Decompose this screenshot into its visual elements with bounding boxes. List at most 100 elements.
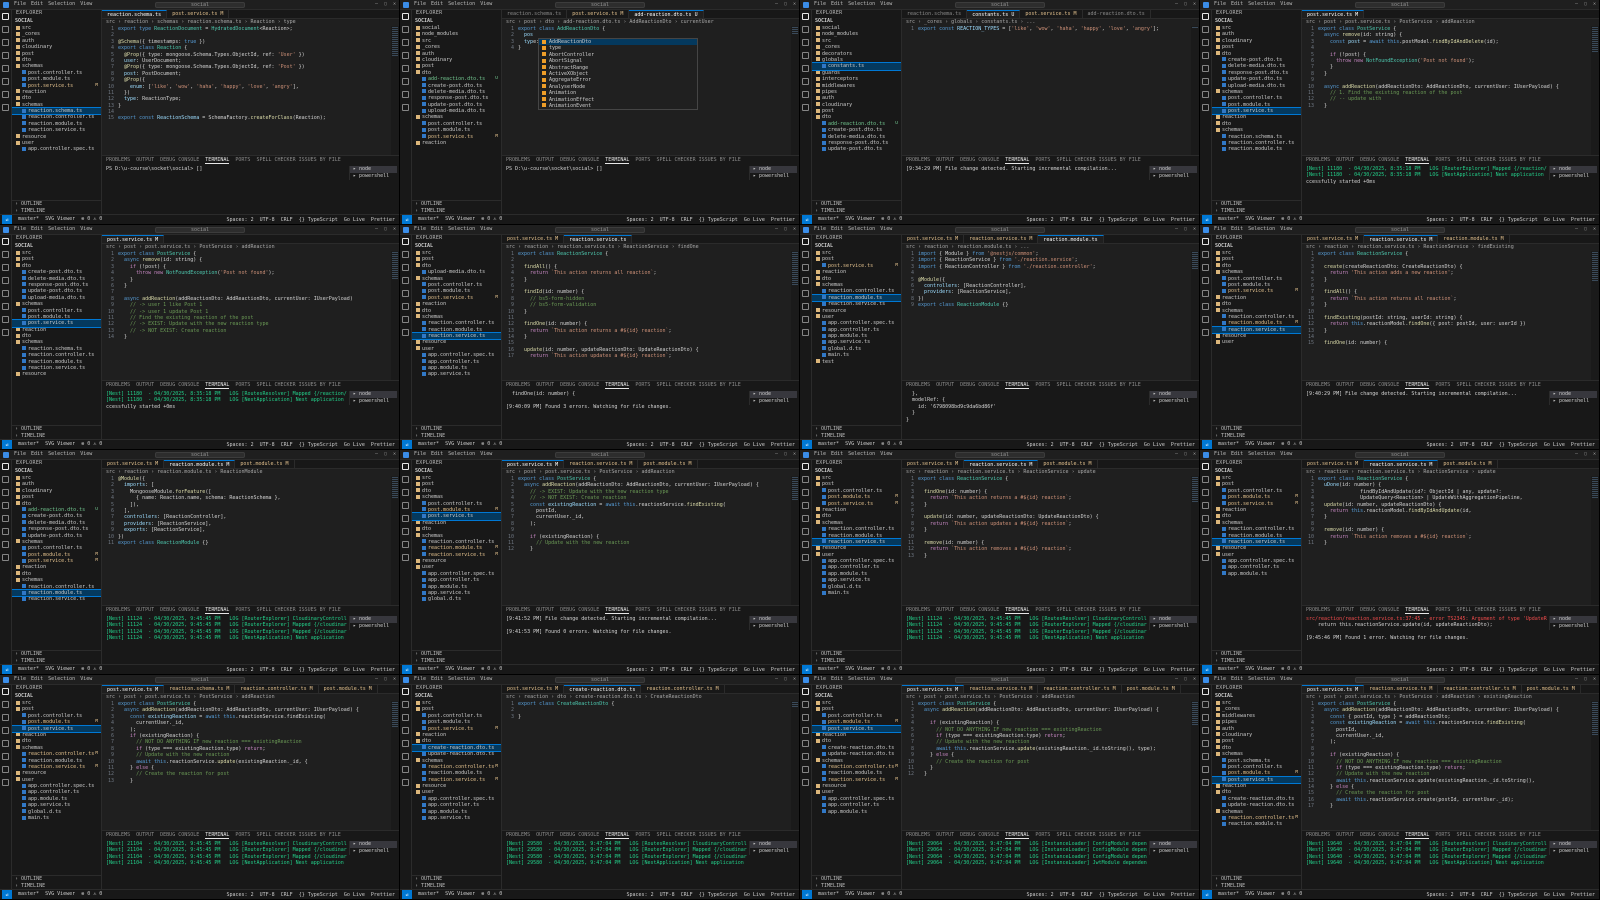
close-icon[interactable]: ✕ <box>1593 1 1596 7</box>
git-branch-status[interactable]: master* <box>18 216 39 222</box>
editor-tab[interactable]: reaction.schema.ts <box>102 10 168 18</box>
settings-icon[interactable] <box>802 329 809 336</box>
search-icon[interactable] <box>2 251 9 258</box>
project-root[interactable]: SOCIAL <box>1212 18 1301 25</box>
terminal-output[interactable]: [Nest] 19640 - 04/30/2025, 9:47:04 PM LO… <box>1306 841 1547 887</box>
status-item[interactable]: Spaces: 2 <box>226 665 253 674</box>
panel-tab[interactable]: TERMINAL <box>1005 156 1030 164</box>
status-item[interactable]: Go Live <box>344 665 365 674</box>
panel-tab[interactable]: TERMINAL <box>1405 156 1430 164</box>
menu-item[interactable]: Edit <box>831 676 843 682</box>
menu-item[interactable]: File <box>414 226 426 232</box>
svg-viewer-status[interactable]: SVG Viewer <box>1245 891 1275 897</box>
code-area[interactable]: 1 export class PostService {2 async addRe… <box>1302 701 1591 830</box>
remote-indicator-icon[interactable]: ⇌ <box>402 890 412 899</box>
panel-tab[interactable]: PORTS <box>635 381 650 389</box>
search-icon[interactable] <box>1202 701 1209 708</box>
status-item[interactable]: Prettier <box>1571 215 1595 224</box>
terminal-output[interactable]: [Nest] 11124 - 04/30/2025, 9:45:45 PM LO… <box>106 616 347 662</box>
panel-tab[interactable]: OUTPUT <box>1336 606 1354 614</box>
menu-item[interactable]: View <box>1280 451 1292 457</box>
svg-viewer-status[interactable]: SVG Viewer <box>445 891 475 897</box>
git-branch-status[interactable]: master* <box>18 891 39 897</box>
minimap[interactable] <box>391 476 399 605</box>
problems-status[interactable]: ⊗ 0 ⚠ 0 <box>481 216 502 222</box>
project-root[interactable]: SOCIAL <box>412 18 501 25</box>
menu-item[interactable]: Selection <box>1248 451 1275 457</box>
remote-indicator-icon[interactable]: ⇌ <box>1202 440 1212 449</box>
panel-tab[interactable]: TERMINAL <box>605 381 630 389</box>
settings-icon[interactable] <box>402 779 409 786</box>
panel-tab[interactable]: PROBLEMS <box>106 156 130 164</box>
editor-tab[interactable]: reaction.service.ts M <box>1364 685 1439 693</box>
code-area[interactable]: 1 export class ReactionService {2 3 findAl… <box>502 251 791 380</box>
remote-indicator-icon[interactable]: ⇌ <box>2 890 12 899</box>
panel-tab[interactable]: DEBUG CONSOLE <box>1360 831 1399 839</box>
editor-tab[interactable]: reaction.module.ts M <box>164 460 236 468</box>
close-icon[interactable]: ✕ <box>393 1 396 7</box>
editor-tab[interactable]: reaction.schema.ts <box>502 10 568 18</box>
minimap[interactable] <box>1591 251 1599 380</box>
close-icon[interactable]: ✕ <box>1193 676 1196 682</box>
panel-tab[interactable]: SPELL CHECKER ISSUES BY FILE <box>656 831 740 839</box>
problems-status[interactable]: ⊗ 0 ⚠ 0 <box>1281 216 1302 222</box>
files-icon[interactable] <box>1202 463 1209 470</box>
menu-item[interactable]: View <box>80 451 92 457</box>
status-item[interactable]: Spaces: 2 <box>1426 665 1453 674</box>
docker-icon[interactable] <box>802 303 809 310</box>
terminal-list-item[interactable]: ▸ powershell <box>350 398 397 405</box>
docker-icon[interactable] <box>2 303 9 310</box>
search-icon[interactable] <box>402 251 409 258</box>
menu-item[interactable]: Edit <box>831 226 843 232</box>
settings-icon[interactable] <box>402 104 409 111</box>
terminal-list-item[interactable]: ▸ powershell <box>1150 848 1197 855</box>
outline-section[interactable]: › OUTLINE <box>812 201 901 208</box>
minimize-icon[interactable]: — <box>375 451 378 457</box>
editor-tab[interactable]: reaction.service.ts M <box>964 685 1039 693</box>
run-debug-icon[interactable] <box>2 52 9 59</box>
menu-item[interactable]: File <box>14 451 26 457</box>
source-control-icon[interactable] <box>802 39 809 46</box>
problems-status[interactable]: ⊗ 0 ⚠ 0 <box>881 666 902 672</box>
accounts-icon[interactable] <box>802 91 809 98</box>
status-item[interactable]: CRLF <box>1481 890 1493 899</box>
minimize-icon[interactable]: — <box>1175 226 1178 232</box>
outline-section[interactable]: › OUTLINE <box>812 651 901 658</box>
command-center-search[interactable]: social <box>955 452 1045 458</box>
status-item[interactable]: UTF-8 <box>660 215 675 224</box>
menu-item[interactable]: Selection <box>448 451 475 457</box>
extensions-icon[interactable] <box>802 65 809 72</box>
panel-tab[interactable]: DEBUG CONSOLE <box>160 606 199 614</box>
panel-tab[interactable]: PROBLEMS <box>1306 156 1330 164</box>
status-item[interactable]: Go Live <box>744 440 765 449</box>
terminal-output[interactable]: src/reaction/reaction.service.ts:37:45 -… <box>1306 616 1547 662</box>
status-item[interactable]: {} TypeScript <box>1099 440 1138 449</box>
status-item[interactable]: Go Live <box>1544 665 1565 674</box>
git-branch-status[interactable]: master* <box>818 441 839 447</box>
maximize-icon[interactable]: ▢ <box>1184 226 1187 232</box>
maximize-icon[interactable]: ▢ <box>1184 451 1187 457</box>
menu-item[interactable]: Edit <box>831 1 843 7</box>
files-icon[interactable] <box>1202 688 1209 695</box>
settings-icon[interactable] <box>802 554 809 561</box>
panel-tab[interactable]: SPELL CHECKER ISSUES BY FILE <box>656 606 740 614</box>
panel-tab[interactable]: SPELL CHECKER ISSUES BY FILE <box>656 381 740 389</box>
search-icon[interactable] <box>2 701 9 708</box>
panel-tab[interactable]: PROBLEMS <box>1306 606 1330 614</box>
status-item[interactable]: Prettier <box>1571 890 1595 899</box>
source-control-icon[interactable] <box>1202 489 1209 496</box>
docker-icon[interactable] <box>802 753 809 760</box>
docker-icon[interactable] <box>402 78 409 85</box>
menu-item[interactable]: Edit <box>431 451 443 457</box>
minimap[interactable] <box>391 251 399 380</box>
panel-tab[interactable]: PORTS <box>635 831 650 839</box>
problems-status[interactable]: ⊗ 0 ⚠ 0 <box>481 666 502 672</box>
extensions-icon[interactable] <box>402 740 409 747</box>
code-area[interactable]: 1 export class ReactionService {2 uDone(i… <box>1302 476 1591 605</box>
editor-tab[interactable]: post.service.ts M <box>502 460 565 468</box>
git-branch-status[interactable]: master* <box>18 666 39 672</box>
status-item[interactable]: UTF-8 <box>1060 440 1075 449</box>
terminal-list-item[interactable]: ▸ node <box>350 166 397 173</box>
outline-section[interactable]: › OUTLINE <box>812 876 901 883</box>
close-icon[interactable]: ✕ <box>1593 676 1596 682</box>
